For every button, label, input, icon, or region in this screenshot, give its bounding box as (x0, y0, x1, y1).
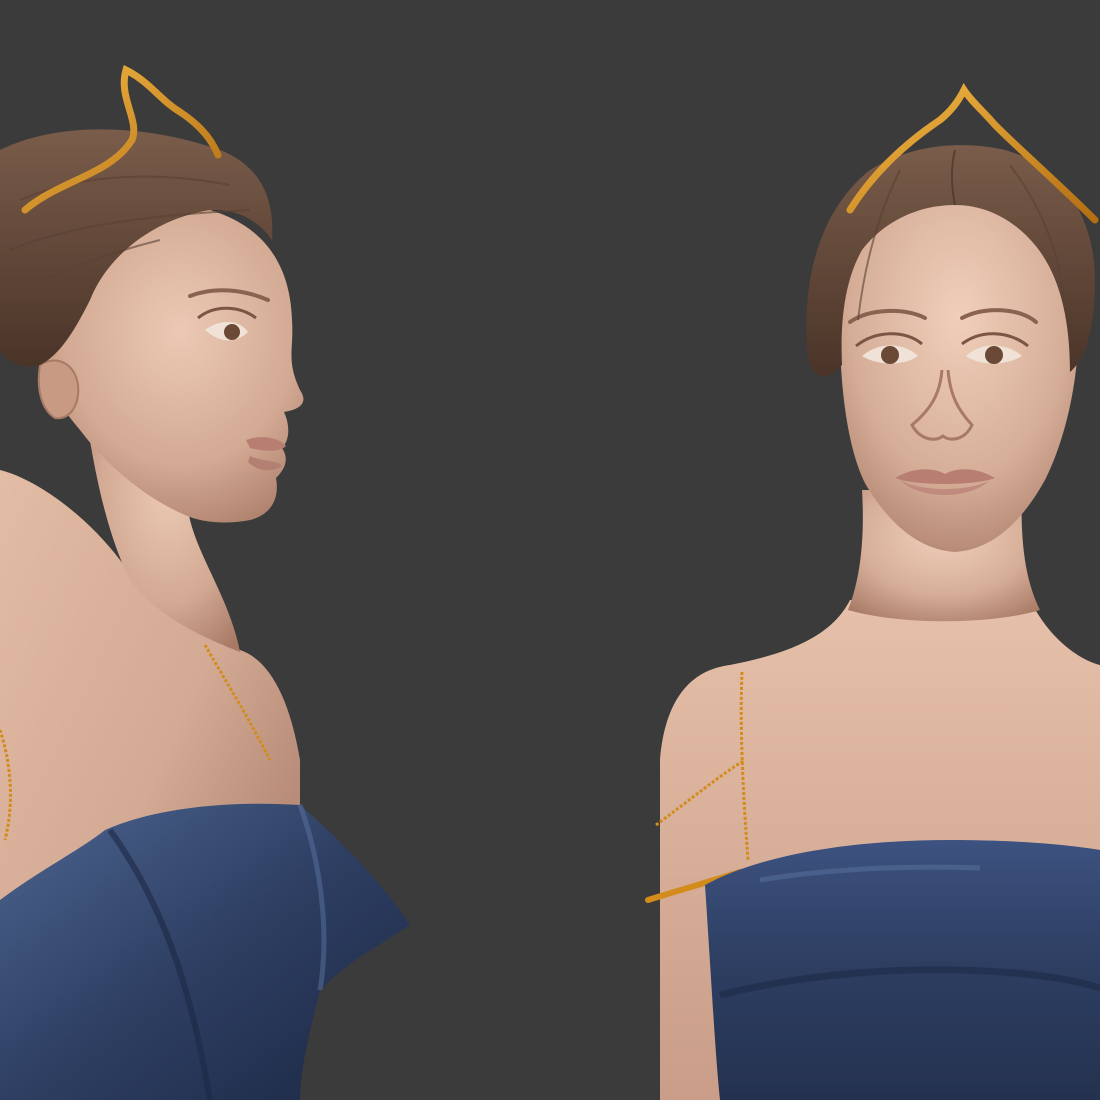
figure-front (645, 83, 1100, 1100)
sculpt-render (0, 64, 1100, 1100)
figure-profile (0, 64, 410, 1100)
front-iris-right (985, 346, 1003, 364)
render-viewport (0, 0, 1100, 1100)
profile-ear (37, 359, 80, 420)
profile-iris (224, 324, 240, 340)
front-iris-left (881, 346, 899, 364)
